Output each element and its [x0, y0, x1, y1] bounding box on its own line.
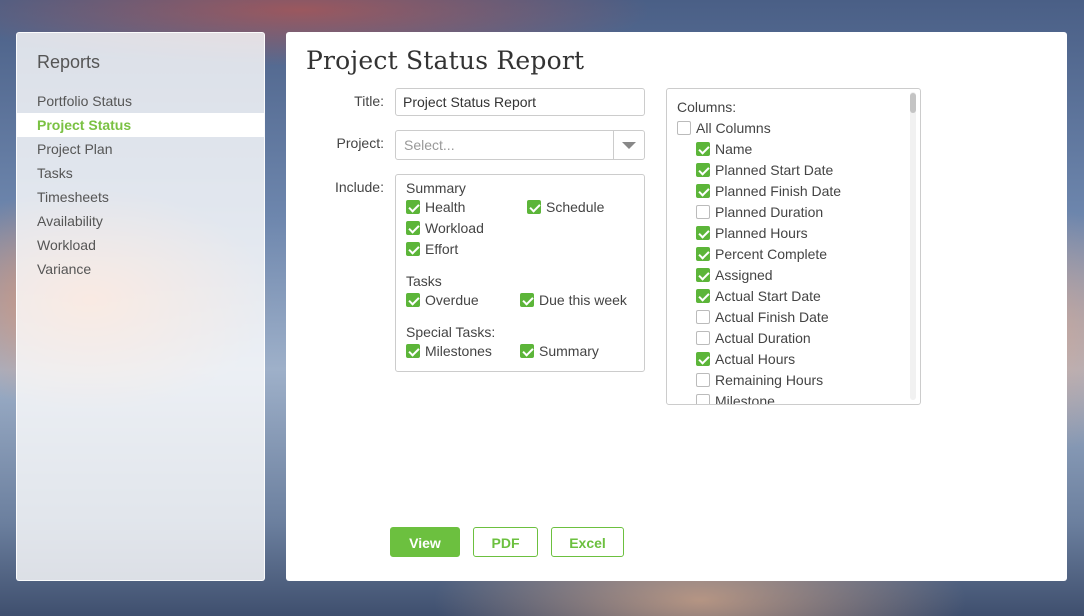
sidebar-item-workload[interactable]: Workload — [17, 233, 264, 257]
column-checkbox[interactable] — [696, 163, 710, 178]
column-option-actual-start-date[interactable]: Actual Start Date — [677, 286, 841, 307]
column-checkbox[interactable] — [696, 373, 710, 388]
summary-heading: Summary — [406, 180, 466, 196]
column-checkbox[interactable] — [696, 247, 710, 262]
excel-button[interactable]: Excel — [551, 527, 624, 557]
special-tasks-heading: Special Tasks: — [406, 324, 496, 340]
column-label: Actual Duration — [715, 330, 811, 346]
column-option-assigned[interactable]: Assigned — [677, 265, 841, 286]
column-label: Planned Start Date — [715, 162, 834, 178]
column-checkbox[interactable] — [696, 289, 710, 304]
summary-tasks-option[interactable]: Summary — [520, 343, 599, 359]
include-options: Summary Health Schedule Workload Effort … — [395, 174, 645, 372]
pdf-button[interactable]: PDF — [473, 527, 538, 557]
column-option-actual-hours[interactable]: Actual Hours — [677, 349, 841, 370]
column-checkbox[interactable] — [696, 205, 710, 220]
effort-checkbox[interactable] — [406, 242, 420, 257]
column-option-all-columns[interactable]: All Columns — [677, 118, 841, 139]
column-label: Assigned — [715, 267, 773, 283]
schedule-option[interactable]: Schedule — [527, 199, 604, 215]
title-input[interactable] — [395, 88, 645, 116]
overdue-label: Overdue — [425, 292, 479, 308]
milestones-option[interactable]: Milestones — [406, 343, 492, 359]
due-this-week-option[interactable]: Due this week — [520, 292, 627, 308]
project-label: Project: — [336, 135, 384, 151]
summary-tasks-checkbox[interactable] — [520, 344, 534, 359]
columns-items: All Columns Name Planned Start Date Plan… — [677, 118, 841, 405]
column-option-planned-hours[interactable]: Planned Hours — [677, 223, 841, 244]
workload-option[interactable]: Workload — [406, 220, 484, 236]
due-this-week-label: Due this week — [539, 292, 627, 308]
view-button[interactable]: View — [390, 527, 460, 557]
column-label: Actual Start Date — [715, 288, 821, 304]
column-checkbox[interactable] — [696, 352, 710, 367]
sidebar-item-timesheets[interactable]: Timesheets — [17, 185, 264, 209]
column-label: Planned Finish Date — [715, 183, 842, 199]
column-label: Planned Hours — [715, 225, 808, 241]
columns-label: Columns: — [677, 99, 737, 115]
include-label: Include: — [334, 179, 384, 195]
effort-option[interactable]: Effort — [406, 241, 458, 257]
workload-label: Workload — [425, 220, 484, 236]
overdue-option[interactable]: Overdue — [406, 292, 479, 308]
milestones-checkbox[interactable] — [406, 344, 420, 359]
column-label: Actual Hours — [715, 351, 796, 367]
project-select[interactable]: Select... — [395, 130, 645, 160]
health-option[interactable]: Health — [406, 199, 465, 215]
column-option-actual-finish-date[interactable]: Actual Finish Date — [677, 307, 841, 328]
health-label: Health — [425, 199, 466, 215]
summary-tasks-label: Summary — [539, 343, 599, 359]
project-select-placeholder: Select... — [404, 137, 455, 153]
column-checkbox[interactable] — [696, 268, 710, 283]
health-checkbox[interactable] — [406, 200, 420, 215]
column-option-milestone[interactable]: Milestone — [677, 391, 841, 405]
column-label: Actual Finish Date — [715, 309, 829, 325]
overdue-checkbox[interactable] — [406, 293, 420, 308]
page-title: Project Status Report — [306, 46, 585, 75]
sidebar-item-project-plan[interactable]: Project Plan — [17, 137, 264, 161]
column-checkbox[interactable] — [696, 142, 710, 157]
sidebar-item-availability[interactable]: Availability — [17, 209, 264, 233]
column-option-planned-duration[interactable]: Planned Duration — [677, 202, 841, 223]
column-option-planned-finish-date[interactable]: Planned Finish Date — [677, 181, 841, 202]
column-label: Planned Duration — [715, 204, 824, 220]
milestones-label: Milestones — [425, 343, 492, 359]
sidebar-title: Reports — [37, 52, 101, 72]
sidebar-item-portfolio-status[interactable]: Portfolio Status — [17, 89, 264, 113]
column-option-percent-complete[interactable]: Percent Complete — [677, 244, 841, 265]
all-columns-label: All Columns — [696, 120, 771, 136]
tasks-heading: Tasks — [406, 273, 442, 289]
column-label: Milestone — [715, 393, 775, 405]
columns-scrollbar[interactable] — [910, 92, 916, 400]
report-panel: Project Status Report Title: Project: Se… — [286, 32, 1067, 581]
column-checkbox[interactable] — [696, 331, 710, 346]
column-option-planned-start-date[interactable]: Planned Start Date — [677, 160, 841, 181]
column-option-remaining-hours[interactable]: Remaining Hours — [677, 370, 841, 391]
columns-list[interactable]: Columns: All Columns Name Planned Start … — [666, 88, 921, 405]
workload-checkbox[interactable] — [406, 221, 420, 236]
column-checkbox[interactable] — [696, 226, 710, 241]
sidebar-item-tasks[interactable]: Tasks — [17, 161, 264, 185]
project-select-toggle[interactable] — [613, 131, 644, 159]
all-columns-checkbox[interactable] — [677, 121, 691, 136]
column-label: Remaining Hours — [715, 372, 824, 388]
column-option-name[interactable]: Name — [677, 139, 841, 160]
column-checkbox[interactable] — [696, 310, 710, 325]
column-label: Name — [715, 141, 753, 157]
title-label: Title: — [354, 93, 384, 109]
column-checkbox[interactable] — [696, 394, 710, 404]
reports-sidebar: Reports Portfolio Status Project Status … — [16, 32, 265, 581]
column-label: Percent Complete — [715, 246, 828, 262]
chevron-down-icon — [622, 142, 636, 149]
effort-label: Effort — [425, 241, 459, 257]
column-option-actual-duration[interactable]: Actual Duration — [677, 328, 841, 349]
sidebar-item-project-status[interactable]: Project Status — [17, 113, 264, 137]
column-checkbox[interactable] — [696, 184, 710, 199]
sidebar-item-variance[interactable]: Variance — [17, 257, 264, 281]
sidebar-nav: Portfolio Status Project Status Project … — [17, 89, 264, 281]
schedule-checkbox[interactable] — [527, 200, 541, 215]
schedule-label: Schedule — [546, 199, 605, 215]
columns-scrollbar-thumb[interactable] — [910, 93, 916, 113]
due-this-week-checkbox[interactable] — [520, 293, 534, 308]
